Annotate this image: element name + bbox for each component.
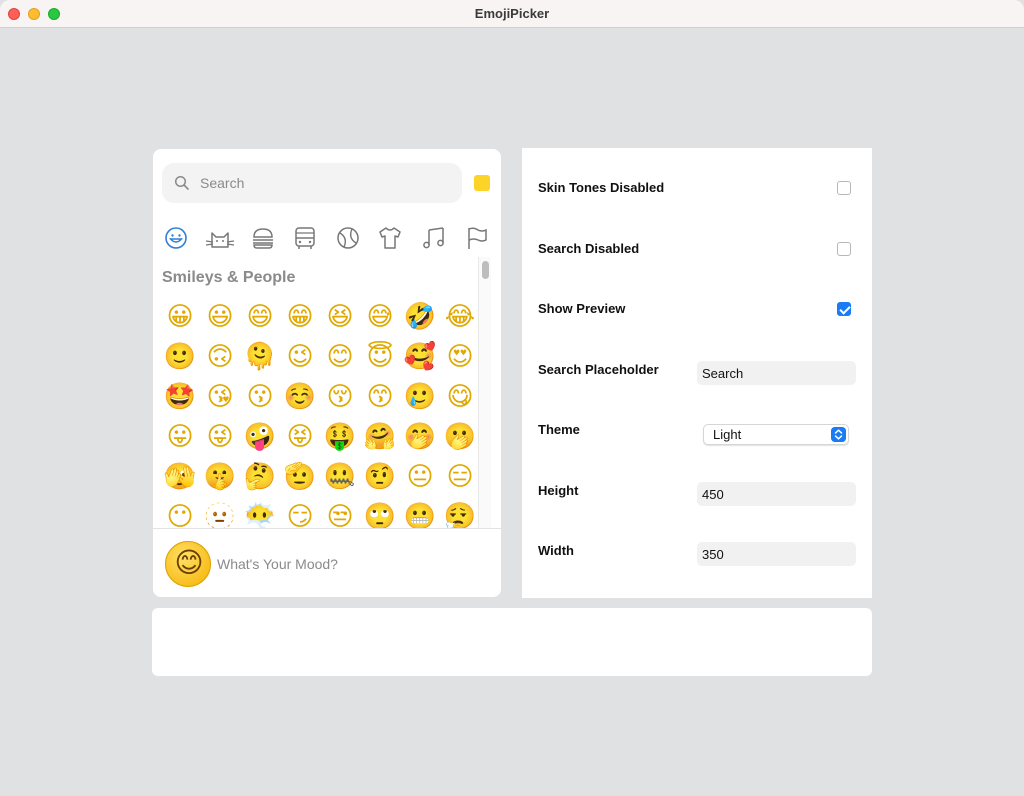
travel-icon[interactable] xyxy=(292,225,318,251)
emoji-cell[interactable]: 😒 xyxy=(320,497,360,528)
emoji-cell[interactable]: 🤪 xyxy=(240,417,280,457)
emoji-cell[interactable]: 😄 xyxy=(240,297,280,337)
output-panel xyxy=(152,608,872,676)
emoji-cell[interactable]: 🤗 xyxy=(360,417,400,457)
emoji-grid-viewport: 😀 😃 😄 😁 😆 😅 🤣 😂 🙂 🙃 🫠 😉 😊 😇 🥰 😍 🤩 😘 😗 ☺️ 😚 😙 🥲 😋 😛 😜 🤪 😝 🤑 🤗 🤭 🫢 🫣 🤫 🤔 🫡 🤐 🤨 😐… xyxy=(153,297,479,528)
symbols-icon[interactable] xyxy=(421,225,447,251)
emoji-cell[interactable]: 😁 xyxy=(280,297,320,337)
height-label: Height xyxy=(538,483,579,498)
search-disabled-checkbox[interactable] xyxy=(837,242,851,256)
emoji-picker: Search Smileys & People 😀 😃 😄 😁 😆 😅 🤣 😂 … xyxy=(153,149,501,597)
emoji-cell[interactable]: 😑 xyxy=(440,457,479,497)
search-placeholder-label: Search Placeholder xyxy=(538,362,659,377)
emoji-cell[interactable]: 🫥 xyxy=(200,497,240,528)
search-placeholder-field[interactable] xyxy=(697,361,856,385)
food-icon[interactable] xyxy=(250,225,276,251)
emoji-cell[interactable]: 😝 xyxy=(280,417,320,457)
category-bar xyxy=(153,223,501,255)
scrollbar[interactable] xyxy=(478,257,491,528)
emoji-cell[interactable]: 🫣 xyxy=(160,457,200,497)
emoji-cell[interactable]: 🫡 xyxy=(280,457,320,497)
emoji-cell[interactable]: 🤐 xyxy=(320,457,360,497)
flags-icon[interactable] xyxy=(464,225,490,251)
emoji-cell[interactable]: 🤔 xyxy=(240,457,280,497)
emoji-cell[interactable]: 🤩 xyxy=(160,377,200,417)
emoji-cell[interactable]: 🥲 xyxy=(400,377,440,417)
preview-text: What's Your Mood? xyxy=(217,556,338,572)
emoji-cell[interactable]: 😅 xyxy=(360,297,400,337)
chevron-updown-icon xyxy=(831,427,846,442)
emoji-cell[interactable]: 😐 xyxy=(400,457,440,497)
emoji-cell[interactable]: 🤣 xyxy=(400,297,440,337)
search-disabled-label: Search Disabled xyxy=(538,241,640,256)
app-window: EmojiPicker Search Smileys & People 😀 😃 … xyxy=(0,0,1024,796)
emoji-cell[interactable]: 😃 xyxy=(200,297,240,337)
emoji-cell[interactable]: 😋 xyxy=(440,377,479,417)
skin-tone-selector[interactable] xyxy=(474,175,490,191)
emoji-cell[interactable]: 😇 xyxy=(360,337,400,377)
width-label: Width xyxy=(538,543,574,558)
preview-emoji-glyph: 😊 xyxy=(174,546,204,579)
emoji-cell[interactable]: 🤭 xyxy=(400,417,440,457)
emoji-cell[interactable]: ☺️ xyxy=(280,377,320,417)
emoji-cell[interactable]: 😏 xyxy=(280,497,320,528)
smileys-icon[interactable] xyxy=(163,225,189,251)
show-preview-label: Show Preview xyxy=(538,301,626,316)
emoji-cell[interactable]: 😚 xyxy=(320,377,360,417)
skin-tones-disabled-checkbox[interactable] xyxy=(837,181,851,195)
emoji-cell[interactable]: 😉 xyxy=(280,337,320,377)
emoji-cell[interactable]: 😙 xyxy=(360,377,400,417)
emoji-cell[interactable]: 😆 xyxy=(320,297,360,337)
emoji-cell[interactable]: 😊 xyxy=(320,337,360,377)
emoji-cell[interactable]: 🙃 xyxy=(200,337,240,377)
section-title: Smileys & People xyxy=(162,269,296,286)
emoji-cell[interactable]: 😜 xyxy=(200,417,240,457)
theme-select-value: Light xyxy=(713,427,742,442)
emoji-cell[interactable]: 😶‍🌫️ xyxy=(240,497,280,528)
activities-icon[interactable] xyxy=(335,225,361,251)
emoji-cell[interactable]: 😂 xyxy=(440,297,479,337)
emoji-cell[interactable]: 🤫 xyxy=(200,457,240,497)
scrollbar-thumb[interactable] xyxy=(482,261,489,279)
emoji-cell[interactable]: 🫠 xyxy=(240,337,280,377)
emoji-grid: 😀 😃 😄 😁 😆 😅 🤣 😂 🙂 🙃 🫠 😉 😊 😇 🥰 😍 🤩 😘 😗 ☺️ 😚 😙 🥲 😋 😛 😜 🤪 😝 🤑 🤗 🤭 🫢 🫣 🤫 🤔 🫡 🤐 🤨 😐… xyxy=(160,297,479,528)
theme-label: Theme xyxy=(538,422,580,437)
emoji-cell[interactable]: 😛 xyxy=(160,417,200,457)
emoji-cell[interactable]: 😮‍💨 xyxy=(440,497,479,528)
emoji-cell[interactable]: 🙄 xyxy=(360,497,400,528)
skin-tones-disabled-label: Skin Tones Disabled xyxy=(538,180,665,195)
title-bar: EmojiPicker xyxy=(0,0,1024,28)
search-placeholder: Search xyxy=(200,175,245,191)
emoji-cell[interactable]: 😘 xyxy=(200,377,240,417)
window-title: EmojiPicker xyxy=(474,6,550,21)
emoji-cell[interactable]: 😍 xyxy=(440,337,479,377)
emoji-cell[interactable]: 🫢 xyxy=(440,417,479,457)
emoji-cell[interactable]: 😗 xyxy=(240,377,280,417)
emoji-cell[interactable]: 🥰 xyxy=(400,337,440,377)
emoji-cell[interactable]: 🙂 xyxy=(160,337,200,377)
emoji-cell[interactable]: 😶 xyxy=(160,497,200,528)
settings-panel: Skin Tones Disabled Search Disabled Show… xyxy=(522,148,872,598)
search-input[interactable]: Search xyxy=(162,163,462,203)
width-field[interactable] xyxy=(697,542,856,566)
search-icon xyxy=(174,175,189,190)
animals-icon[interactable] xyxy=(205,225,235,251)
emoji-cell[interactable]: 😬 xyxy=(400,497,440,528)
emoji-cell[interactable]: 🤨 xyxy=(360,457,400,497)
emoji-cell[interactable]: 😀 xyxy=(160,297,200,337)
height-field[interactable] xyxy=(697,482,856,506)
preview-bar: 😊 What's Your Mood? xyxy=(153,528,501,597)
objects-icon[interactable] xyxy=(377,225,403,251)
theme-select[interactable]: Light xyxy=(703,424,849,445)
emoji-cell[interactable]: 🤑 xyxy=(320,417,360,457)
show-preview-checkbox[interactable] xyxy=(837,302,851,316)
preview-emoji: 😊 xyxy=(165,541,211,587)
